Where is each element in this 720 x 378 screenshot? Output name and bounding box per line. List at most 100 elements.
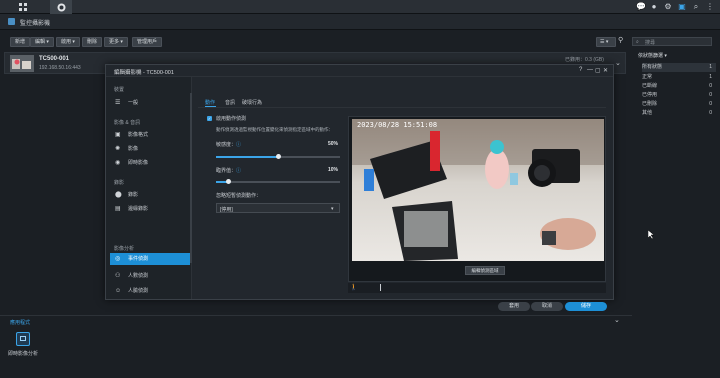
nav-item-label: 人數偵測 — [128, 273, 149, 279]
manage-users-button[interactable]: 管理用戶 — [132, 37, 163, 47]
edge-record-icon: ▤ — [115, 206, 121, 212]
filter-icon[interactable]: ⚲ — [618, 37, 626, 45]
nav-item-face-detection[interactable]: ☺ 人臉偵測 — [110, 285, 190, 297]
sensitivity-slider[interactable] — [216, 154, 340, 159]
nav-item-general[interactable]: ☰ 一般 — [110, 97, 190, 109]
tab-tampering[interactable]: 破壞行為 — [242, 99, 262, 106]
nav-item-label: 人臉偵測 — [128, 288, 149, 294]
tab-audio[interactable]: 音訊 — [225, 99, 235, 106]
options-icon[interactable]: ⚙ — [664, 3, 672, 11]
app-logo-icon — [8, 18, 15, 25]
search-placeholder: 搜尋 — [645, 40, 656, 46]
nav-item-label: 錄影 — [128, 192, 139, 198]
threshold-slider-knob[interactable] — [226, 179, 231, 184]
nav-item-edge-recording[interactable]: ▤ 邊緣錄影 — [110, 203, 190, 215]
nav-section-video-audio: 影像 & 音訊 — [114, 120, 141, 126]
user-icon[interactable]: ● — [650, 3, 658, 11]
enable-button[interactable]: 啟用 ▾ — [56, 37, 80, 47]
nav-item-live-view[interactable]: ◉ 即時影像 — [110, 157, 190, 169]
filter-label: 已停用 — [642, 92, 658, 98]
help-icon[interactable]: ? — [579, 67, 582, 73]
close-icon[interactable]: ✕ — [603, 67, 608, 74]
monitor-icon — [20, 336, 26, 341]
nav-item-image[interactable]: ✺ 影像 — [110, 143, 190, 155]
surveillance-app-button[interactable] — [50, 0, 72, 14]
record-icon: ⬤ — [115, 192, 122, 198]
enable-motion-label: 啟用動作偵測 — [216, 116, 247, 122]
dialog-title: 編輯攝影機 - TC500-001 — [114, 70, 174, 76]
nav-item-video-format[interactable]: ▣ 影像格式 — [110, 129, 190, 141]
add-button[interactable]: 新增 — [10, 37, 31, 47]
timeline-bar[interactable]: 🚶 — [348, 283, 606, 293]
cancel-button[interactable]: 取消 — [531, 302, 563, 311]
nav-item-recording[interactable]: ⬤ 錄影 — [110, 189, 190, 201]
search-icon: ⌕ — [636, 39, 639, 45]
mouse-cursor — [648, 230, 654, 239]
delete-button[interactable]: 刪除 — [82, 37, 103, 47]
search-input[interactable]: ⌕ 搜尋 — [632, 37, 712, 46]
filter-row[interactable]: 已刪除 0 — [642, 100, 716, 109]
edit-detection-area-button[interactable]: 編輯偵測區域 — [465, 266, 505, 275]
edit-camera-dialog: 編輯攝影機 - TC500-001 ? — ▢ ✕ 裝置 ☰ 一般 影像 & 音訊… — [105, 64, 614, 311]
chevron-down-icon[interactable]: ⌄ — [615, 59, 621, 67]
preview-panel: 2023/08/28 15:51:08 編輯偵測區域 — [348, 116, 606, 282]
filter-row[interactable]: 其他 0 — [642, 109, 716, 118]
video-icon: ▣ — [115, 132, 121, 138]
threshold-label: 臨界值： — [216, 168, 237, 174]
more-icon[interactable]: ⋮ — [706, 3, 714, 11]
chat-icon[interactable]: 💬 — [636, 3, 646, 11]
filter-count: 0 — [709, 83, 712, 89]
video-analytics-app-icon[interactable] — [16, 332, 30, 346]
ignore-short-motion-select[interactable]: [停用] ▾ — [216, 203, 340, 213]
filter-row[interactable]: 已停用 0 — [642, 91, 716, 100]
taskbar: 💬 ● ⚙ ▣ ⌕ ⋮ — [0, 0, 720, 14]
view-mode-button[interactable]: ☰ ▾ — [596, 37, 616, 47]
nav-section-analytics: 影像分析 — [114, 246, 135, 252]
maximize-icon[interactable]: ▢ — [595, 67, 601, 74]
sensitivity-info-icon[interactable]: ⓘ — [236, 141, 241, 148]
nav-item-label: 一般 — [128, 100, 139, 106]
threshold-slider[interactable] — [216, 179, 340, 184]
live-icon: ◉ — [115, 160, 121, 166]
camera-thumbnail — [10, 55, 34, 72]
filter-row[interactable]: 正常 1 — [642, 73, 716, 82]
filter-row[interactable]: 已斷線 0 — [642, 82, 716, 91]
apply-button[interactable]: 套用 — [498, 302, 530, 311]
minimize-icon[interactable]: — — [587, 67, 593, 73]
main-menu-button[interactable] — [12, 0, 34, 14]
preview-timestamp: 2023/08/28 15:51:08 — [357, 121, 438, 129]
widget-icon[interactable]: ▣ — [678, 3, 686, 11]
image-icon: ✺ — [115, 146, 121, 152]
nav-item-event-detection[interactable]: ◎ 事件偵測 — [110, 253, 190, 265]
sensitivity-label: 敏感度： — [216, 142, 237, 148]
nav-item-label: 事件偵測 — [128, 256, 149, 262]
filter-count: 1 — [709, 74, 712, 80]
camera-preview-image — [352, 119, 604, 261]
camera-address: 192.168.50.16:443 — [39, 65, 81, 71]
save-button[interactable]: 儲存 — [565, 302, 607, 311]
taskbar-tray: 💬 ● ⚙ ▣ ⌕ ⋮ — [636, 0, 714, 14]
nav-item-people-counting[interactable]: ⚇ 人數偵測 — [110, 270, 190, 282]
sensitivity-slider-knob[interactable] — [276, 154, 281, 159]
search-icon[interactable]: ⌕ — [692, 3, 700, 11]
filter-row[interactable]: 所有狀態 1 — [642, 63, 716, 72]
ignore-select-value: [停用] — [220, 207, 233, 213]
enable-motion-checkbox[interactable]: ✓ — [207, 116, 212, 121]
sidebar-scrollbar[interactable] — [190, 93, 192, 263]
filter-count: 1 — [709, 64, 712, 70]
event-icon: ◎ — [115, 256, 121, 262]
tab-motion[interactable]: 動作 — [205, 99, 215, 106]
nav-item-label: 邊緣錄影 — [128, 206, 149, 212]
edit-button[interactable]: 編輯 ▾ — [30, 37, 54, 47]
threshold-info-icon[interactable]: ⓘ — [236, 167, 241, 174]
video-analytics-app-label[interactable]: 即時影像分析 — [8, 350, 38, 357]
nav-section-device: 裝置 — [114, 87, 125, 93]
chevron-down-icon[interactable]: ⌄ — [614, 316, 620, 324]
more-button[interactable]: 更多 ▾ — [104, 37, 128, 47]
filter-count: 0 — [709, 92, 712, 98]
filter-label: 其他 — [642, 110, 653, 116]
filter-label: 已斷線 — [642, 83, 658, 89]
camera-storage: 已錄用：0.3 (GB) — [565, 57, 604, 63]
filter-count: 0 — [709, 110, 712, 116]
filter-title[interactable]: 依狀態篩選 ▾ — [638, 52, 667, 59]
